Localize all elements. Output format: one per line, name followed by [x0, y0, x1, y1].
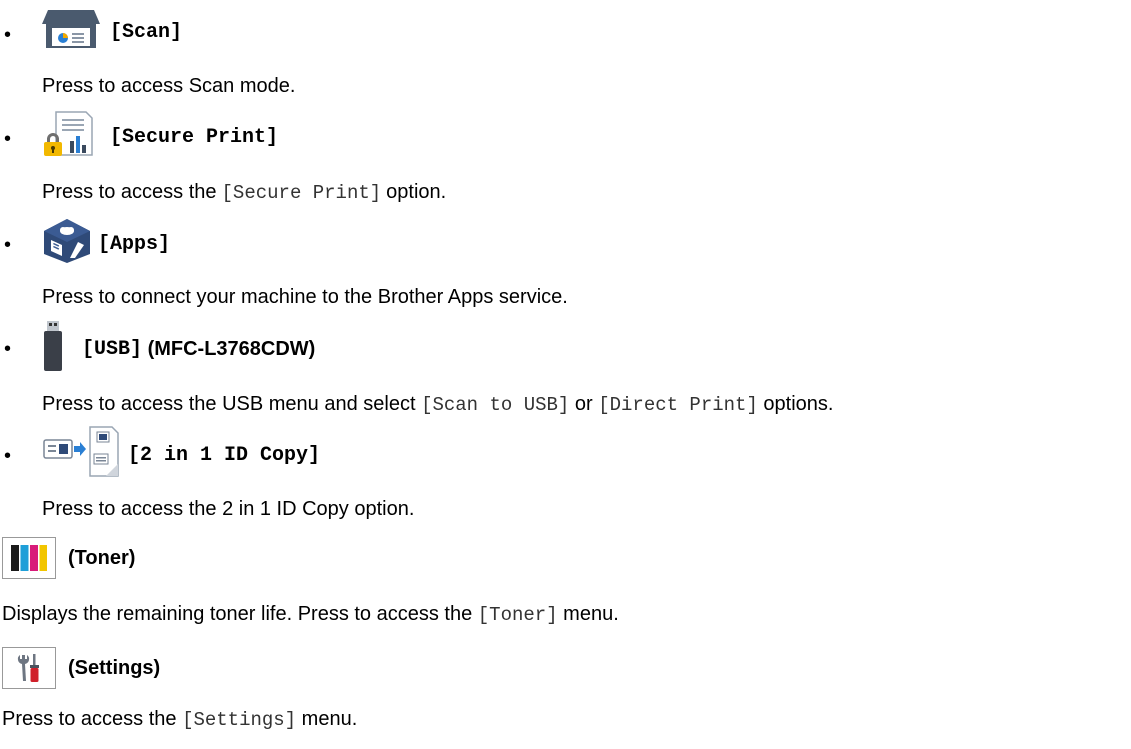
secure-print-description: Press to access the [Secure Print] optio… [42, 181, 446, 204]
bullet: • [4, 338, 12, 360]
secure-print-desc-post: option. [386, 181, 447, 203]
toner-bars [11, 545, 47, 571]
usb-desc-code-direct: [Direct Print] [598, 393, 758, 416]
settings-title: (Settings) [68, 656, 161, 679]
usb-description: Press to access the USB menu and select … [42, 393, 833, 416]
scan-description: Press to access Scan mode. [42, 75, 295, 98]
id-copy-description-text: Press to access the 2 in 1 ID Copy optio… [42, 498, 415, 520]
toner-desc-pre: Displays the remaining toner life. Press… [2, 603, 478, 625]
toner-bar-cyan [20, 545, 29, 571]
usb-item-header: [USB] (MFC-L3768CDW) [42, 320, 316, 378]
apps-description-text: Press to connect your machine to the Bro… [42, 286, 568, 308]
scan-title: [Scan] [110, 20, 183, 44]
bullet: • [4, 128, 12, 150]
toner-icon [2, 537, 56, 579]
scan-item-header: [Scan] [42, 10, 182, 54]
settings-header: (Settings) [2, 647, 160, 689]
apps-description: Press to connect your machine to the Bro… [42, 286, 568, 309]
id-copy-item-header: [2 in 1 ID Copy] [42, 426, 321, 484]
secure-print-desc-pre: Press to access the [42, 181, 217, 203]
apps-title: [Apps] [98, 232, 171, 256]
toner-bar-yellow [39, 545, 47, 571]
settings-desc-code: [Settings] [182, 708, 297, 731]
secure-print-icon [42, 111, 100, 163]
settings-desc-post: menu. [296, 708, 358, 730]
id-copy-description: Press to access the 2 in 1 ID Copy optio… [42, 498, 414, 521]
toner-description: Displays the remaining toner life. Press… [2, 603, 619, 626]
toner-bar-magenta [30, 545, 38, 571]
bullet: • [4, 24, 12, 46]
usb-desc-code-scan: [Scan to USB] [421, 393, 570, 416]
bullet: • [4, 445, 12, 467]
scan-description-text: Press to access Scan mode. [42, 75, 296, 97]
usb-desc-mid: or [569, 393, 599, 415]
secure-print-title: [Secure Print] [110, 125, 279, 149]
usb-title: [USB] [82, 337, 143, 361]
id-copy-title: [2 in 1 ID Copy] [128, 443, 321, 467]
secure-print-desc-code: [Secure Print] [221, 181, 382, 204]
secure-print-item-header: [Secure Print] [42, 111, 279, 163]
toner-title: (Toner) [68, 546, 136, 569]
toner-bar-black [11, 545, 19, 571]
id-copy-icon [42, 426, 120, 484]
usb-drive-icon [42, 320, 64, 378]
bullet: • [4, 234, 12, 256]
settings-tools-icon [2, 647, 56, 689]
settings-description: Press to access the [Settings] menu. [2, 708, 357, 731]
apps-cube-icon [42, 218, 92, 270]
scanner-icon [42, 8, 100, 56]
usb-model-note: (MFC-L3768CDW) [142, 337, 316, 360]
toner-desc-code: [Toner] [477, 603, 558, 626]
settings-desc-pre: Press to access the [2, 708, 183, 730]
usb-desc-pre: Press to access the USB menu and select [42, 393, 422, 415]
toner-desc-post: menu. [557, 603, 619, 625]
apps-item-header: [Apps] [42, 218, 171, 270]
toner-header: (Toner) [2, 537, 135, 579]
usb-desc-post: options. [757, 393, 834, 415]
